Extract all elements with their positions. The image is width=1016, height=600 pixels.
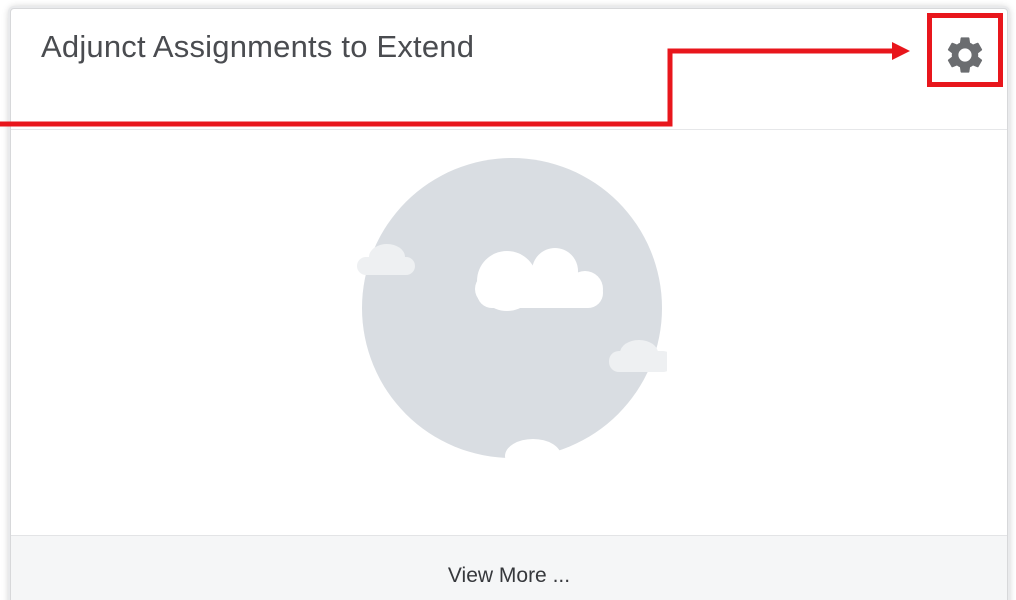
card-footer: View More ...: [11, 535, 1007, 600]
empty-state-illustration: [357, 153, 673, 473]
card-title: Adjunct Assignments to Extend: [41, 29, 475, 64]
worklet-card: Adjunct Assignments to Extend View More …: [10, 8, 1008, 600]
view-more-link[interactable]: View More ...: [11, 564, 1007, 588]
screenshot-stage: Adjunct Assignments to Extend View More …: [0, 0, 1016, 600]
card-header: Adjunct Assignments to Extend: [11, 9, 1007, 130]
gear-icon[interactable]: [943, 33, 987, 77]
